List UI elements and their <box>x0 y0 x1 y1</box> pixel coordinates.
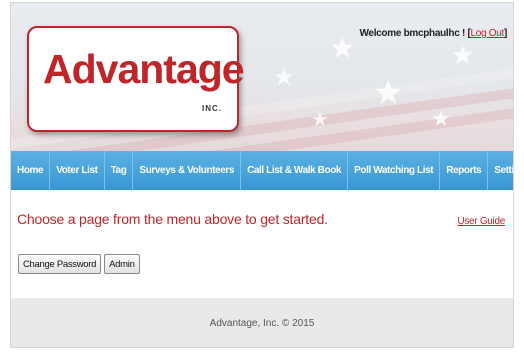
nav-item-home[interactable]: Home <box>11 151 51 190</box>
footer-copyright: Advantage, Inc. © 2015 <box>209 317 315 329</box>
logo-inc-label: INC. <box>202 104 222 113</box>
star-icon: ★ <box>431 107 451 132</box>
nav-item-voter-list[interactable]: Voter List <box>50 151 105 190</box>
action-buttons: Change Password Admin <box>18 254 140 274</box>
nav-item-reports[interactable]: Reports <box>440 151 489 190</box>
welcome-text: Welcome bmcphaulhc ! <box>359 28 468 39</box>
user-guide-link[interactable]: User Guide <box>457 216 505 227</box>
welcome-message: Welcome bmcphaulhc ! [Log Out] <box>359 28 507 39</box>
logout-link[interactable]: Log Out <box>470 28 504 39</box>
star-icon: ★ <box>311 107 329 131</box>
company-logo[interactable]: Advantage INC. <box>27 26 245 132</box>
header-banner: ★ ★ ★ ★ ★ ★ Advantage INC. Welcome bmcph… <box>11 3 513 151</box>
nav-item-poll-watching-list[interactable]: Poll Watching List <box>348 151 441 190</box>
nav-item-settings[interactable]: Settings <box>488 151 513 190</box>
page-heading: Choose a page from the menu above to get… <box>17 211 328 227</box>
admin-button[interactable]: Admin <box>104 254 140 274</box>
footer: Advantage, Inc. © 2015 <box>11 298 513 347</box>
star-icon: ★ <box>373 73 404 113</box>
main-nav: Home Voter List Tag Surveys & Volunteers… <box>11 151 513 190</box>
page-frame: ★ ★ ★ ★ ★ ★ Advantage INC. Welcome bmcph… <box>10 2 514 348</box>
logo-wordmark: Advantage <box>43 46 245 92</box>
star-icon: ★ <box>273 63 295 91</box>
change-password-button[interactable]: Change Password <box>18 254 102 274</box>
nav-item-surveys-volunteers[interactable]: Surveys & Volunteers <box>133 151 242 190</box>
nav-item-call-list-walk-book[interactable]: Call List & Walk Book <box>241 151 349 190</box>
logout-bracket-close: ] <box>503 28 507 39</box>
nav-item-tag[interactable]: Tag <box>105 151 134 190</box>
star-icon: ★ <box>451 41 475 71</box>
star-icon: ★ <box>329 31 356 66</box>
